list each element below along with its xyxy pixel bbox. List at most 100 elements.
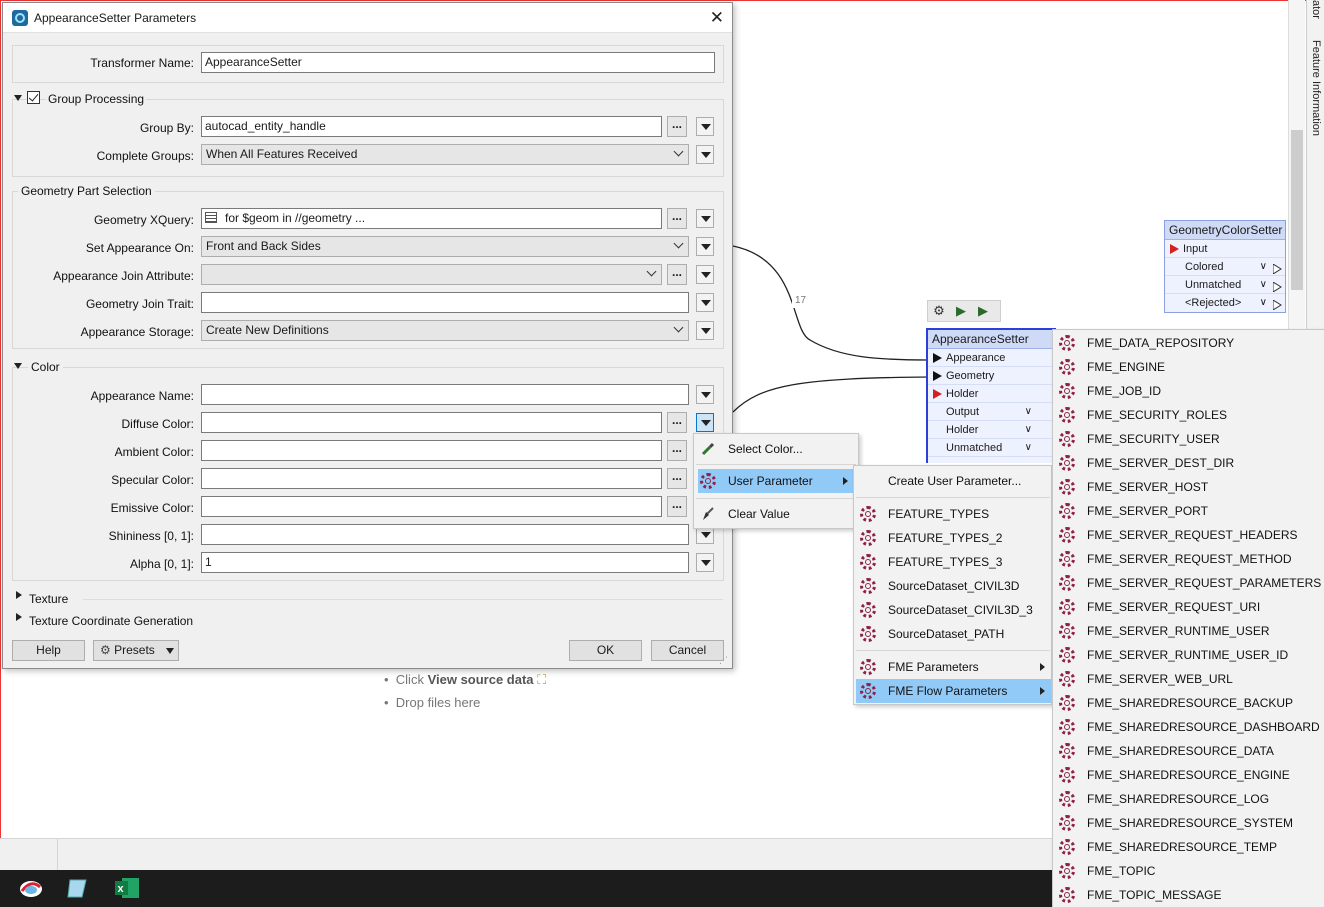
- port-appearance[interactable]: Appearance: [928, 349, 1054, 367]
- flow-param-item[interactable]: FME_SHAREDRESOURCE_DATA: [1053, 739, 1323, 763]
- user-param-item[interactable]: SourceDataset_PATH: [854, 622, 1051, 646]
- geometry-xquery-browse-button[interactable]: ...: [667, 208, 687, 229]
- alpha-input[interactable]: 1: [201, 552, 689, 573]
- emissive-color-browse-button[interactable]: ...: [667, 496, 687, 517]
- fme-parameters-menu-item[interactable]: FME Parameters: [854, 655, 1051, 679]
- appearance-join-attribute-select[interactable]: [201, 264, 662, 285]
- presets-button[interactable]: ⚙ Presets: [93, 640, 179, 661]
- flow-param-item[interactable]: FME_SECURITY_ROLES: [1053, 403, 1323, 427]
- flow-param-item[interactable]: FME_SERVER_RUNTIME_USER: [1053, 619, 1323, 643]
- flow-param-item[interactable]: FME_SHAREDRESOURCE_LOG: [1053, 787, 1323, 811]
- specular-color-input[interactable]: [201, 468, 662, 489]
- transformer-name-input[interactable]: AppearanceSetter: [201, 52, 715, 73]
- node-settings-icon[interactable]: ⚙: [928, 301, 950, 321]
- user-param-item[interactable]: FEATURE_TYPES_3: [854, 550, 1051, 574]
- appearance-name-menu-button[interactable]: [696, 385, 714, 404]
- port-holder-input[interactable]: Holder: [928, 385, 1054, 403]
- expand-texture-coord-icon[interactable]: [16, 613, 22, 621]
- group-by-browse-button[interactable]: ...: [667, 116, 687, 137]
- group-by-input[interactable]: autocad_entity_handle: [201, 116, 662, 137]
- help-button[interactable]: Help: [12, 640, 85, 661]
- flow-param-item[interactable]: FME_SERVER_REQUEST_HEADERS: [1053, 523, 1323, 547]
- resize-grip-icon[interactable]: ⋰: [719, 655, 728, 666]
- port-input[interactable]: Input: [1165, 240, 1285, 258]
- appearance-storage-select[interactable]: Create New Definitions: [201, 320, 689, 341]
- run-from-this-icon[interactable]: ▶: [972, 301, 994, 321]
- dialog-title-bar[interactable]: AppearanceSetter Parameters ✕: [3, 3, 732, 33]
- appearance-join-browse-button[interactable]: ...: [667, 264, 687, 285]
- flow-param-item[interactable]: FME_SERVER_REQUEST_URI: [1053, 595, 1323, 619]
- user-parameter-menu-item[interactable]: User Parameter: [698, 469, 854, 493]
- geometry-color-setter-node[interactable]: GeometryColorSetter Input Colored ∨ Unmat…: [1164, 220, 1286, 313]
- flow-param-item[interactable]: FME_SERVER_RUNTIME_USER_ID: [1053, 643, 1323, 667]
- port-output[interactable]: Output ∨: [928, 403, 1054, 421]
- clear-value-menu-item[interactable]: Clear Value: [694, 502, 858, 526]
- port-colored[interactable]: Colored ∨: [1165, 258, 1285, 276]
- shininess-input[interactable]: [201, 524, 689, 545]
- node-toolbar[interactable]: ⚙ ▶ ▶: [927, 300, 1001, 322]
- diffuse-color-menu-button[interactable]: [696, 413, 714, 432]
- set-appearance-on-select[interactable]: Front and Back Sides: [201, 236, 689, 257]
- diffuse-color-browse-button[interactable]: ...: [667, 412, 687, 433]
- expand-texture-icon[interactable]: [16, 591, 22, 599]
- group-processing-checkbox[interactable]: [27, 91, 40, 104]
- emissive-color-input[interactable]: [201, 496, 662, 517]
- flow-param-item[interactable]: FME_SERVER_REQUEST_PARAMETERS: [1053, 571, 1323, 595]
- ok-button[interactable]: OK: [569, 640, 642, 661]
- port-geometry[interactable]: Geometry: [928, 367, 1054, 385]
- run-to-this-icon[interactable]: ▶: [950, 301, 972, 321]
- flow-param-item[interactable]: FME_SECURITY_USER: [1053, 427, 1323, 451]
- user-param-item[interactable]: FEATURE_TYPES_2: [854, 526, 1051, 550]
- appearance-storage-menu-button[interactable]: [696, 321, 714, 340]
- appearance-setter-parameters-dialog[interactable]: AppearanceSetter Parameters ✕ Transforme…: [2, 2, 733, 669]
- flow-param-item[interactable]: FME_SHAREDRESOURCE_TEMP: [1053, 835, 1323, 859]
- fme-app-icon[interactable]: [18, 877, 42, 899]
- collapse-color-icon[interactable]: [14, 363, 22, 369]
- fme-flow-parameters-submenu[interactable]: FME_DATA_REPOSITORY FME_ENGINE FME_JOB_ID F…: [1052, 329, 1324, 907]
- select-color-menu-item[interactable]: Select Color...: [694, 437, 858, 461]
- ambient-color-browse-button[interactable]: ...: [667, 440, 687, 461]
- flow-param-item[interactable]: FME_SHAREDRESOURCE_BACKUP: [1053, 691, 1323, 715]
- notes-app-icon[interactable]: [66, 877, 90, 899]
- geometry-xquery-input[interactable]: for $geom in //geometry ...: [201, 208, 662, 229]
- flow-param-item[interactable]: FME_SERVER_HOST: [1053, 475, 1323, 499]
- texture-coord-section-label[interactable]: Texture Coordinate Generation: [29, 614, 193, 628]
- flow-param-item[interactable]: FME_TOPIC: [1053, 859, 1323, 883]
- port-rejected[interactable]: <Rejected> ∨: [1165, 294, 1285, 312]
- flow-param-item[interactable]: FME_TOPIC_MESSAGE: [1053, 883, 1323, 907]
- user-param-item[interactable]: SourceDataset_CIVIL3D: [854, 574, 1051, 598]
- geometry-xquery-menu-button[interactable]: [696, 209, 714, 228]
- user-param-item[interactable]: SourceDataset_CIVIL3D_3: [854, 598, 1051, 622]
- fme-flow-parameters-menu-item[interactable]: FME Flow Parameters: [856, 679, 1051, 703]
- diffuse-color-context-menu[interactable]: Select Color... User Parameter Clear Val…: [693, 433, 859, 529]
- specular-color-browse-button[interactable]: ...: [667, 468, 687, 489]
- flow-param-item[interactable]: FME_JOB_ID: [1053, 379, 1323, 403]
- excel-app-icon[interactable]: x: [114, 877, 139, 899]
- close-icon[interactable]: ✕: [710, 8, 724, 28]
- flow-param-item[interactable]: FME_DATA_REPOSITORY: [1053, 331, 1323, 355]
- flow-param-item[interactable]: FME_SERVER_PORT: [1053, 499, 1323, 523]
- flow-param-item[interactable]: FME_SERVER_WEB_URL: [1053, 667, 1323, 691]
- flow-param-item[interactable]: FME_ENGINE: [1053, 355, 1323, 379]
- geometry-join-trait-input[interactable]: [201, 292, 689, 313]
- user-parameter-submenu[interactable]: Create User Parameter... FEATURE_TYPES F…: [853, 465, 1052, 705]
- texture-section-label[interactable]: Texture: [29, 592, 68, 606]
- create-user-parameter-menu-item[interactable]: Create User Parameter...: [854, 469, 1051, 493]
- cancel-button[interactable]: Cancel: [651, 640, 724, 661]
- flow-param-item[interactable]: FME_SHAREDRESOURCE_DASHBOARD: [1053, 715, 1323, 739]
- flow-param-item[interactable]: FME_SERVER_REQUEST_METHOD: [1053, 547, 1323, 571]
- group-by-menu-button[interactable]: [696, 117, 714, 136]
- diffuse-color-input[interactable]: [201, 412, 662, 433]
- appearance-join-menu-button[interactable]: [696, 265, 714, 284]
- appearance-setter-node[interactable]: AppearanceSetter Appearance Geometry Hol…: [926, 328, 1056, 463]
- port-unmatched[interactable]: Unmatched ∨: [1165, 276, 1285, 294]
- alpha-menu-button[interactable]: [696, 553, 714, 572]
- port-holder-output[interactable]: Holder ∨: [928, 421, 1054, 439]
- flow-param-item[interactable]: FME_SERVER_DEST_DIR: [1053, 451, 1323, 475]
- flow-param-item[interactable]: FME_SHAREDRESOURCE_SYSTEM: [1053, 811, 1323, 835]
- flow-param-item[interactable]: FME_SHAREDRESOURCE_ENGINE: [1053, 763, 1323, 787]
- appearance-name-input[interactable]: [201, 384, 689, 405]
- set-appearance-on-menu-button[interactable]: [696, 237, 714, 256]
- ambient-color-input[interactable]: [201, 440, 662, 461]
- port-unmatched[interactable]: Unmatched ∨: [928, 439, 1054, 457]
